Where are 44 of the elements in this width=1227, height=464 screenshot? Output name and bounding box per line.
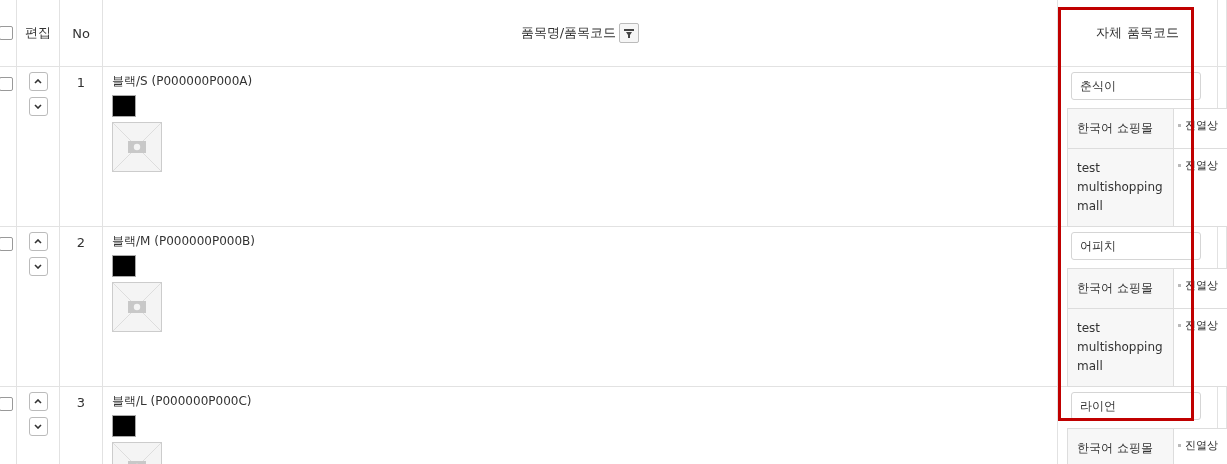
checkbox[interactable] (0, 397, 13, 411)
chevron-down-icon (34, 264, 42, 269)
filter-button[interactable] (619, 23, 640, 43)
item-name: 블랙/L (P000000P000C) (112, 393, 252, 410)
bullet-icon (1178, 164, 1181, 167)
move-down-button[interactable] (28, 417, 48, 436)
mall-name: test multishopping mall (1068, 309, 1174, 387)
column-header: No (72, 25, 90, 41)
bullet-icon (1178, 444, 1181, 447)
checkbox[interactable] (0, 77, 13, 91)
image-placeholder-icon (112, 122, 162, 172)
checkbox[interactable] (0, 26, 13, 40)
own-code-field[interactable]: 라이언 (1071, 392, 1201, 420)
display-status: 진열상 (1185, 438, 1218, 453)
chevron-up-icon (34, 79, 42, 84)
chevron-up-icon (34, 399, 42, 404)
move-down-button[interactable] (28, 257, 48, 276)
own-code-field[interactable]: 춘식이 (1071, 72, 1201, 100)
column-header: 품목명/품목코드 (520, 24, 617, 42)
move-up-button[interactable] (28, 232, 48, 251)
item-name: 블랙/S (P000000P000A) (112, 73, 253, 90)
column-header: 편집 (25, 24, 51, 42)
mall-name: 한국어 쇼핑몰 (1068, 429, 1174, 464)
own-code-field[interactable]: 어피치 (1071, 232, 1201, 260)
filter-icon (624, 28, 635, 38)
chevron-down-icon (34, 424, 42, 429)
mall-name: 한국어 쇼핑몰 (1068, 269, 1174, 309)
chevron-down-icon (34, 104, 42, 109)
image-placeholder-icon (112, 282, 162, 332)
bullet-icon (1178, 284, 1181, 287)
row-number: 3 (76, 395, 86, 410)
move-up-button[interactable] (28, 72, 48, 91)
row-number: 1 (76, 75, 86, 90)
move-up-button[interactable] (28, 392, 48, 411)
chevron-up-icon (34, 239, 42, 244)
mall-name: test multishopping mall (1068, 149, 1174, 227)
column-header: 자체 품목코드 (1096, 24, 1179, 42)
checkbox[interactable] (0, 237, 13, 251)
row-number: 2 (76, 235, 86, 250)
move-down-button[interactable] (28, 97, 48, 116)
mall-name: 한국어 쇼핑몰 (1068, 109, 1174, 149)
bullet-icon (1178, 324, 1181, 327)
bullet-icon (1178, 124, 1181, 127)
item-name: 블랙/M (P000000P000B) (112, 233, 255, 250)
